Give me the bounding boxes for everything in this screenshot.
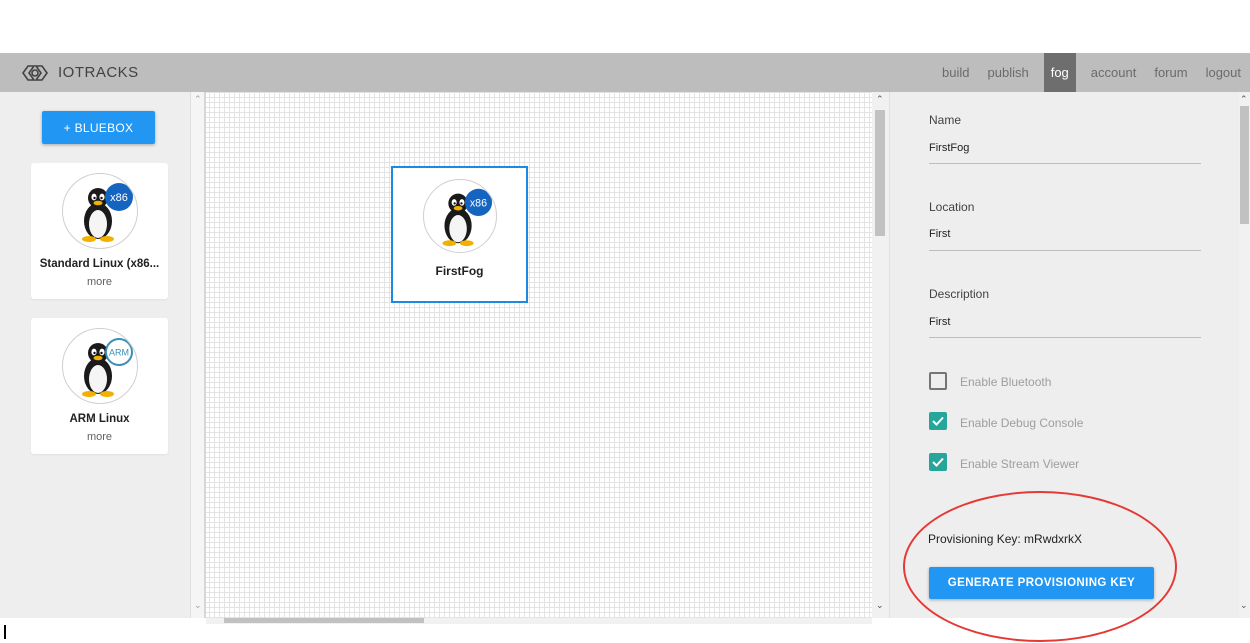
linux-penguin-icon: x86 xyxy=(442,188,492,247)
card-more-link[interactable]: more xyxy=(87,431,112,443)
name-label: Name xyxy=(929,113,962,127)
enable-bluetooth-checkbox[interactable] xyxy=(929,372,947,390)
scroll-up-icon[interactable]: ⌃ xyxy=(876,94,884,105)
linux-x86-avatar: x86 xyxy=(61,173,138,249)
description-field-underline xyxy=(929,337,1201,338)
badge-label: x86 xyxy=(469,197,486,209)
canvas-vertical-scrollbar[interactable]: ⌃ ⌄ xyxy=(872,92,889,618)
linux-penguin-icon: x86 xyxy=(81,183,133,242)
palette-scrollbar[interactable]: ⌃ ⌄ xyxy=(190,92,204,618)
scroll-down-icon[interactable]: ⌄ xyxy=(1240,600,1248,611)
nav-publish[interactable]: publish xyxy=(979,53,1038,92)
checkmark-icon xyxy=(932,457,944,467)
fog-canvas-grid[interactable] xyxy=(204,92,872,618)
scroll-up-icon[interactable]: ⌃ xyxy=(194,94,202,105)
add-bluebox-button[interactable]: + BLUEBOX xyxy=(42,111,155,144)
name-field-underline xyxy=(929,163,1201,164)
scroll-thumb[interactable] xyxy=(875,110,885,236)
fog-type-card-x86[interactable]: x86 Standard Linux (x86... more xyxy=(31,163,168,299)
badge-label: x86 xyxy=(110,192,128,204)
generate-provisioning-key-button[interactable]: GENERATE PROVISIONING KEY xyxy=(929,567,1154,599)
card-title: Standard Linux (x86... xyxy=(39,258,160,270)
nav-build[interactable]: build xyxy=(933,53,978,92)
text-cursor xyxy=(4,625,6,639)
badge-label: ARM xyxy=(109,348,129,358)
nav-account[interactable]: account xyxy=(1082,53,1146,92)
card-title: ARM Linux xyxy=(69,413,130,425)
linux-penguin-icon: ARM xyxy=(81,338,133,397)
properties-scrollbar[interactable]: ⌃ ⌄ xyxy=(1239,92,1250,618)
scroll-thumb[interactable] xyxy=(1240,106,1249,224)
enable-bluetooth-label[interactable]: Enable Bluetooth xyxy=(960,375,1051,389)
nav-fog[interactable]: fog xyxy=(1043,53,1076,92)
card-more-link[interactable]: more xyxy=(87,276,112,288)
description-label: Description xyxy=(929,287,990,301)
node-avatar: x86 xyxy=(422,179,497,253)
enable-debug-console-checkbox[interactable] xyxy=(929,412,947,430)
logo[interactable]: IOTRACKS xyxy=(22,53,139,92)
scroll-up-icon[interactable]: ⌃ xyxy=(1240,94,1248,105)
canvas-horizontal-scrollbar[interactable] xyxy=(206,618,872,624)
location-field[interactable]: First xyxy=(929,228,950,240)
top-nav: build publish fog account forum logout xyxy=(933,53,1250,92)
checkmark-icon xyxy=(932,416,944,426)
location-label: Location xyxy=(929,200,975,214)
canvas-divider xyxy=(204,92,206,618)
description-field[interactable]: First xyxy=(929,316,950,328)
scroll-down-icon[interactable]: ⌄ xyxy=(194,600,202,611)
node-title: FirstFog xyxy=(435,264,484,278)
enable-stream-viewer-label[interactable]: Enable Stream Viewer xyxy=(960,457,1079,471)
enable-stream-viewer-checkbox[interactable] xyxy=(929,453,947,471)
provisioning-key-text: Provisioning Key: mRwdxrkX xyxy=(928,532,1083,546)
scroll-thumb[interactable] xyxy=(224,618,424,623)
enable-debug-console-label[interactable]: Enable Debug Console xyxy=(960,416,1083,430)
app-name: IOTRACKS xyxy=(58,64,139,81)
iotracks-logo-icon xyxy=(22,64,48,81)
location-field-underline xyxy=(929,250,1201,251)
fog-node-firstfog[interactable]: x86 FirstFog xyxy=(391,166,528,303)
name-field[interactable]: FirstFog xyxy=(929,142,969,154)
nav-logout[interactable]: logout xyxy=(1197,53,1250,92)
linux-arm-avatar: ARM xyxy=(61,328,138,404)
scroll-down-icon[interactable]: ⌄ xyxy=(876,600,884,611)
top-bar: IOTRACKS build publish fog account forum… xyxy=(0,53,1250,92)
nav-forum[interactable]: forum xyxy=(1145,53,1196,92)
fog-type-card-arm[interactable]: ARM ARM Linux more xyxy=(31,318,168,454)
